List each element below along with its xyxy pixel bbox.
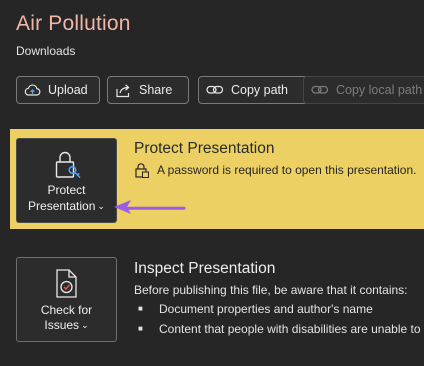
upload-button[interactable]: Upload <box>16 76 100 104</box>
bullet-icon: ■ <box>138 324 143 333</box>
inspect-bullet-list: ■ Document properties and author's name ■… <box>138 301 421 341</box>
inspect-heading: Inspect Presentation <box>134 260 276 277</box>
document-title: Air Pollution <box>16 12 131 35</box>
lock-key-icon <box>55 151 81 179</box>
bullet-icon: ■ <box>138 304 143 313</box>
upload-label: Upload <box>48 83 88 97</box>
annotation-arrow <box>114 200 186 214</box>
protect-presentation-button[interactable]: Protect Presentation ⌄ <box>16 138 117 223</box>
lock-document-icon <box>135 163 149 178</box>
share-icon <box>116 83 130 97</box>
check-tile-label-line2: Issues ⌄ <box>17 318 116 333</box>
copy-path-button[interactable]: Copy path <box>198 76 308 104</box>
link-icon <box>206 85 224 94</box>
protect-tile-label-line2: Presentation ⌄ <box>17 199 116 214</box>
protect-tile-label-text: Presentation <box>28 199 96 213</box>
bullet-text: Content that people with disabilities ar… <box>159 322 421 336</box>
check-tile-label-line1: Check for <box>40 303 93 317</box>
bullet-text: Document properties and author's name <box>159 302 373 316</box>
list-item: ■ Document properties and author's name <box>138 301 421 321</box>
copy-local-path-label: Copy local path <box>336 83 423 97</box>
list-item: ■ Content that people with disabilities a… <box>138 321 421 341</box>
inspect-description: Before publishing this file, be aware th… <box>134 283 408 297</box>
document-location: Downloads <box>16 44 76 58</box>
protect-message: A password is required to open this pres… <box>157 163 417 177</box>
copy-path-label: Copy path <box>231 83 288 97</box>
cloud-upload-icon <box>24 84 41 96</box>
chevron-down-icon: ⌄ <box>97 201 105 211</box>
check-tile-label-text: Issues <box>44 318 80 332</box>
chevron-down-icon: ⌄ <box>81 320 89 330</box>
protect-status: A password is required to open this pres… <box>134 162 417 178</box>
document-check-icon <box>55 269 77 298</box>
protect-heading: Protect Presentation <box>134 140 275 157</box>
share-label: Share <box>139 83 173 97</box>
link-icon <box>311 85 329 94</box>
check-for-issues-button[interactable]: Check for Issues ⌄ <box>16 257 117 342</box>
copy-local-path-button[interactable]: Copy local path <box>303 76 424 104</box>
share-button[interactable]: Share <box>107 76 189 104</box>
protect-tile-label-line1: Protect <box>47 183 86 197</box>
